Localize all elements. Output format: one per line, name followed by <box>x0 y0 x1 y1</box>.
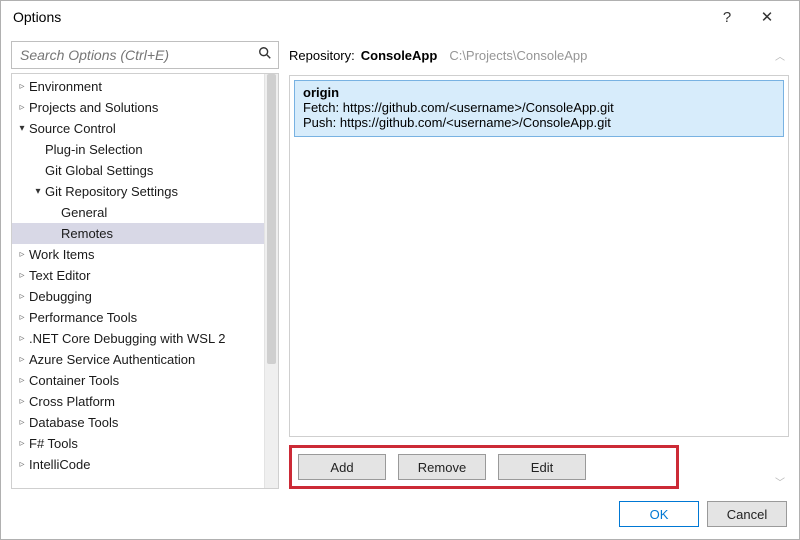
tree-item[interactable]: F# Tools <box>12 433 264 454</box>
remote-name: origin <box>303 85 775 100</box>
right-panel: Repository: ConsoleApp C:\Projects\Conso… <box>289 41 789 489</box>
tree-item-label: Projects and Solutions <box>29 100 158 115</box>
chevron-right-icon[interactable] <box>16 82 28 92</box>
tree-item-label: Source Control <box>29 121 116 136</box>
chevron-right-icon[interactable] <box>16 250 28 260</box>
chevron-down-icon[interactable]: ﹀ <box>775 468 789 489</box>
tree-item[interactable]: Git Global Settings <box>12 160 264 181</box>
chevron-right-icon[interactable] <box>16 397 28 407</box>
tree-item[interactable]: Environment <box>12 76 264 97</box>
remote-actions-highlight: Add Remove Edit <box>289 445 679 489</box>
tree-item[interactable]: Database Tools <box>12 412 264 433</box>
search-box[interactable] <box>11 41 279 69</box>
remotes-listbox[interactable]: origin Fetch: https://github.com/<userna… <box>289 75 789 437</box>
tree-item-label: Performance Tools <box>29 310 137 325</box>
chevron-right-icon[interactable] <box>16 418 28 428</box>
tree-item[interactable]: .NET Core Debugging with WSL 2 <box>12 328 264 349</box>
tree-item-label: Plug-in Selection <box>45 142 143 157</box>
repository-header: Repository: ConsoleApp C:\Projects\Conso… <box>289 41 789 69</box>
repository-path: C:\Projects\ConsoleApp <box>449 48 587 63</box>
tree-item[interactable]: Container Tools <box>12 370 264 391</box>
remote-fetch-line: Fetch: https://github.com/<username>/Con… <box>303 100 775 115</box>
options-dialog: Options ? ✕ Environment Projects and Solu… <box>0 0 800 540</box>
remote-fetch-label: Fetch: <box>303 100 339 115</box>
remote-push-label: Push: <box>303 115 336 130</box>
help-button[interactable]: ? <box>707 9 747 26</box>
tree-item-label: IntelliCode <box>29 457 90 472</box>
titlebar: Options ? ✕ <box>1 1 799 33</box>
chevron-right-icon[interactable] <box>16 355 28 365</box>
tree-item-label: Remotes <box>61 226 113 241</box>
tree-item[interactable]: Azure Service Authentication <box>12 349 264 370</box>
chevron-down-icon[interactable] <box>32 187 44 197</box>
chevron-right-icon[interactable] <box>16 292 28 302</box>
chevron-right-icon[interactable] <box>16 334 28 344</box>
tree-item-label: Environment <box>29 79 102 94</box>
tree-item[interactable]: IntelliCode <box>12 454 264 475</box>
tree-item[interactable]: Cross Platform <box>12 391 264 412</box>
chevron-down-icon[interactable] <box>16 124 28 134</box>
tree-item[interactable]: Debugging <box>12 286 264 307</box>
tree-item[interactable]: Remotes <box>12 223 264 244</box>
edit-button[interactable]: Edit <box>498 454 586 480</box>
tree-item-label: Debugging <box>29 289 92 304</box>
tree-item-label: Git Repository Settings <box>45 184 178 199</box>
tree-item-label: Git Global Settings <box>45 163 153 178</box>
repository-name: ConsoleApp <box>361 48 438 63</box>
tree-item[interactable]: Projects and Solutions <box>12 97 264 118</box>
chevron-right-icon[interactable] <box>16 313 28 323</box>
tree-item-label: .NET Core Debugging with WSL 2 <box>29 331 226 346</box>
tree-item[interactable]: Git Repository Settings <box>12 181 264 202</box>
remote-push-line: Push: https://github.com/<username>/Cons… <box>303 115 775 130</box>
tree-item[interactable]: Plug-in Selection <box>12 139 264 160</box>
left-panel: Environment Projects and Solutions Source … <box>11 41 279 489</box>
tree-item[interactable]: General <box>12 202 264 223</box>
chevron-right-icon[interactable] <box>16 460 28 470</box>
remote-item[interactable]: origin Fetch: https://github.com/<userna… <box>294 80 784 137</box>
tree-item[interactable]: Text Editor <box>12 265 264 286</box>
tree-item-label: Work Items <box>29 247 95 262</box>
cancel-button[interactable]: Cancel <box>707 501 787 527</box>
tree-item[interactable]: Work Items <box>12 244 264 265</box>
tree-item-label: Database Tools <box>29 415 118 430</box>
tree-item-label: Container Tools <box>29 373 119 388</box>
tree-item-label: Cross Platform <box>29 394 115 409</box>
chevron-right-icon[interactable] <box>16 439 28 449</box>
tree-item-label: Text Editor <box>29 268 90 283</box>
tree-item-label: F# Tools <box>29 436 78 451</box>
search-input[interactable] <box>12 47 252 63</box>
chevron-right-icon[interactable] <box>16 271 28 281</box>
ok-button[interactable]: OK <box>619 501 699 527</box>
remote-push-url: https://github.com/<username>/ConsoleApp… <box>340 115 611 130</box>
tree-item-label: General <box>61 205 107 220</box>
search-icon[interactable] <box>252 46 278 64</box>
tree-scrollbar[interactable] <box>264 74 278 488</box>
remove-button[interactable]: Remove <box>398 454 486 480</box>
options-tree[interactable]: Environment Projects and Solutions Source … <box>11 73 279 489</box>
dialog-footer: OK Cancel <box>1 489 799 539</box>
add-button[interactable]: Add <box>298 454 386 480</box>
tree-item[interactable]: Performance Tools <box>12 307 264 328</box>
close-button[interactable]: ✕ <box>747 8 787 26</box>
tree-item-label: Azure Service Authentication <box>29 352 195 367</box>
chevron-up-icon[interactable]: ︿ <box>775 48 789 63</box>
tree-item[interactable]: Source Control <box>12 118 264 139</box>
remote-fetch-url: https://github.com/<username>/ConsoleApp… <box>343 100 614 115</box>
chevron-right-icon[interactable] <box>16 103 28 113</box>
window-title: Options <box>13 9 707 25</box>
repository-prefix: Repository: <box>289 48 355 63</box>
chevron-right-icon[interactable] <box>16 376 28 386</box>
tree-scrollbar-thumb[interactable] <box>267 74 276 364</box>
